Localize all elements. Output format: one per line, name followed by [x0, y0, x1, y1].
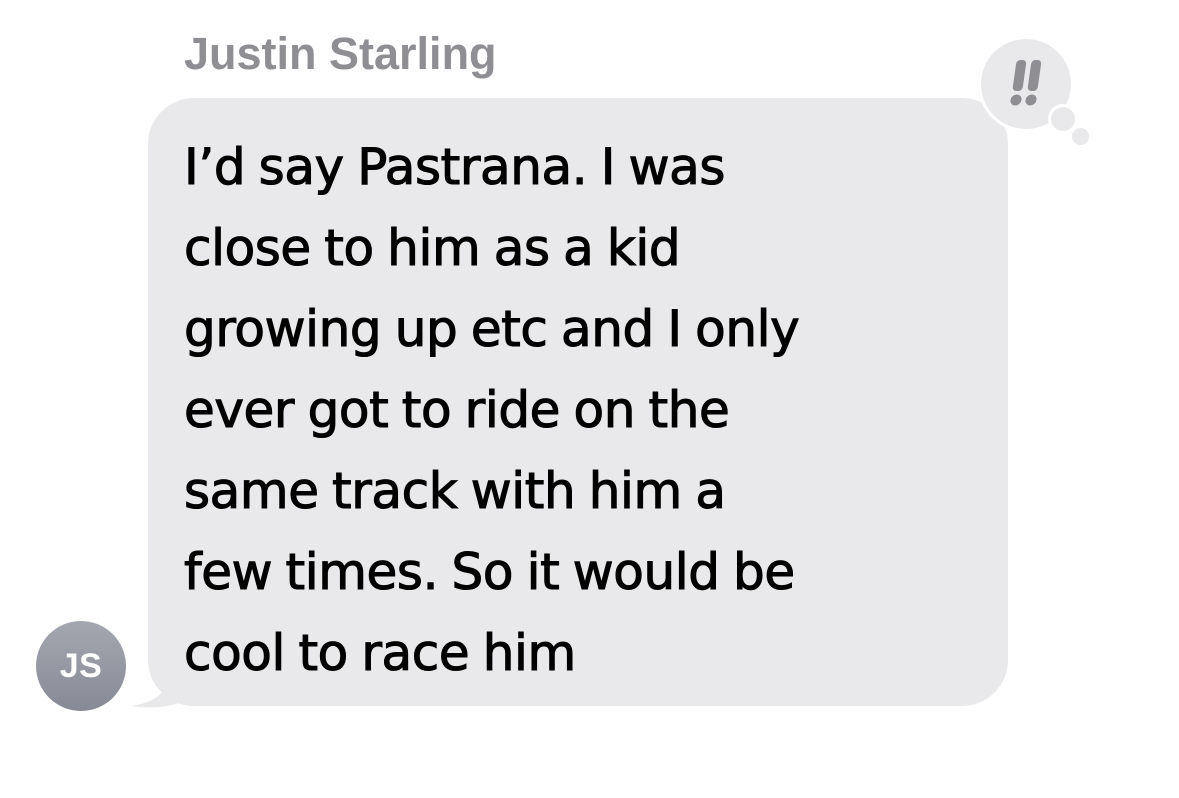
message-line: growing up etc and I only — [183, 299, 800, 358]
tapback-reaction[interactable] — [972, 30, 1092, 150]
sender-name: Justin Starling — [184, 28, 497, 79]
message-line: close to him as a kid — [183, 218, 681, 277]
message-line: same track with him a — [183, 461, 726, 520]
double-exclamation-icon — [1010, 60, 1042, 106]
message-text: I’d say Pastrana. I was close to him as … — [183, 127, 994, 694]
avatar-initials: JS — [59, 646, 103, 685]
message-bubble[interactable]: I’d say Pastrana. I was close to him as … — [148, 98, 1008, 706]
tapback-tail-dot-small — [1072, 128, 1089, 145]
avatar[interactable]: JS — [36, 621, 126, 711]
message-line: few times. So it would be — [183, 542, 795, 601]
message-line: cool to race him — [183, 623, 576, 682]
message-line: I’d say Pastrana. I was — [183, 137, 725, 196]
message-line: ever got to ride on the — [183, 380, 730, 439]
